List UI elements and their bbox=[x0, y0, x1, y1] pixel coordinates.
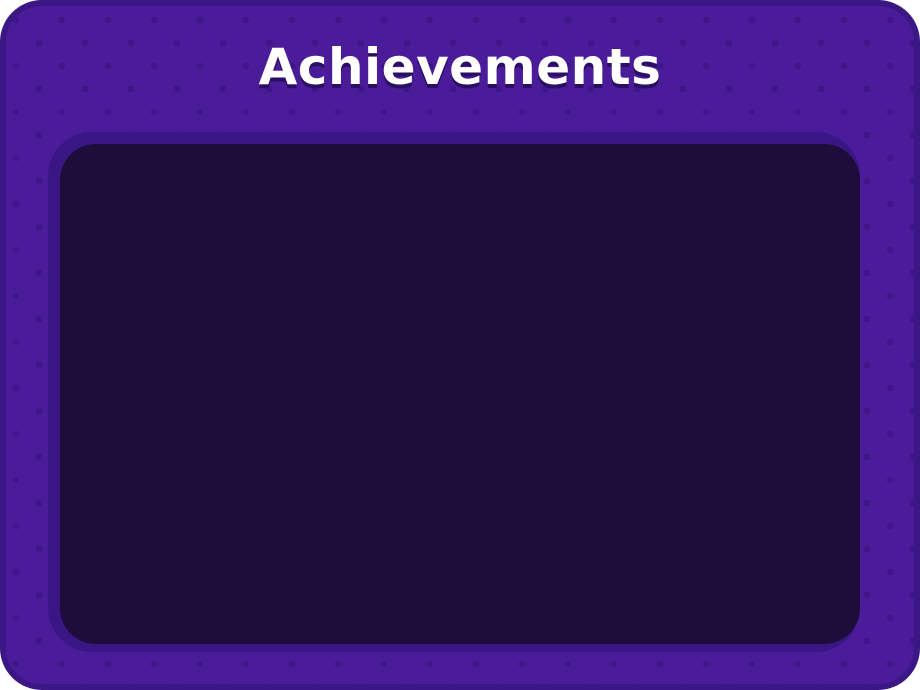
achievements-list bbox=[60, 144, 860, 644]
page-title: Achievements bbox=[258, 38, 662, 96]
